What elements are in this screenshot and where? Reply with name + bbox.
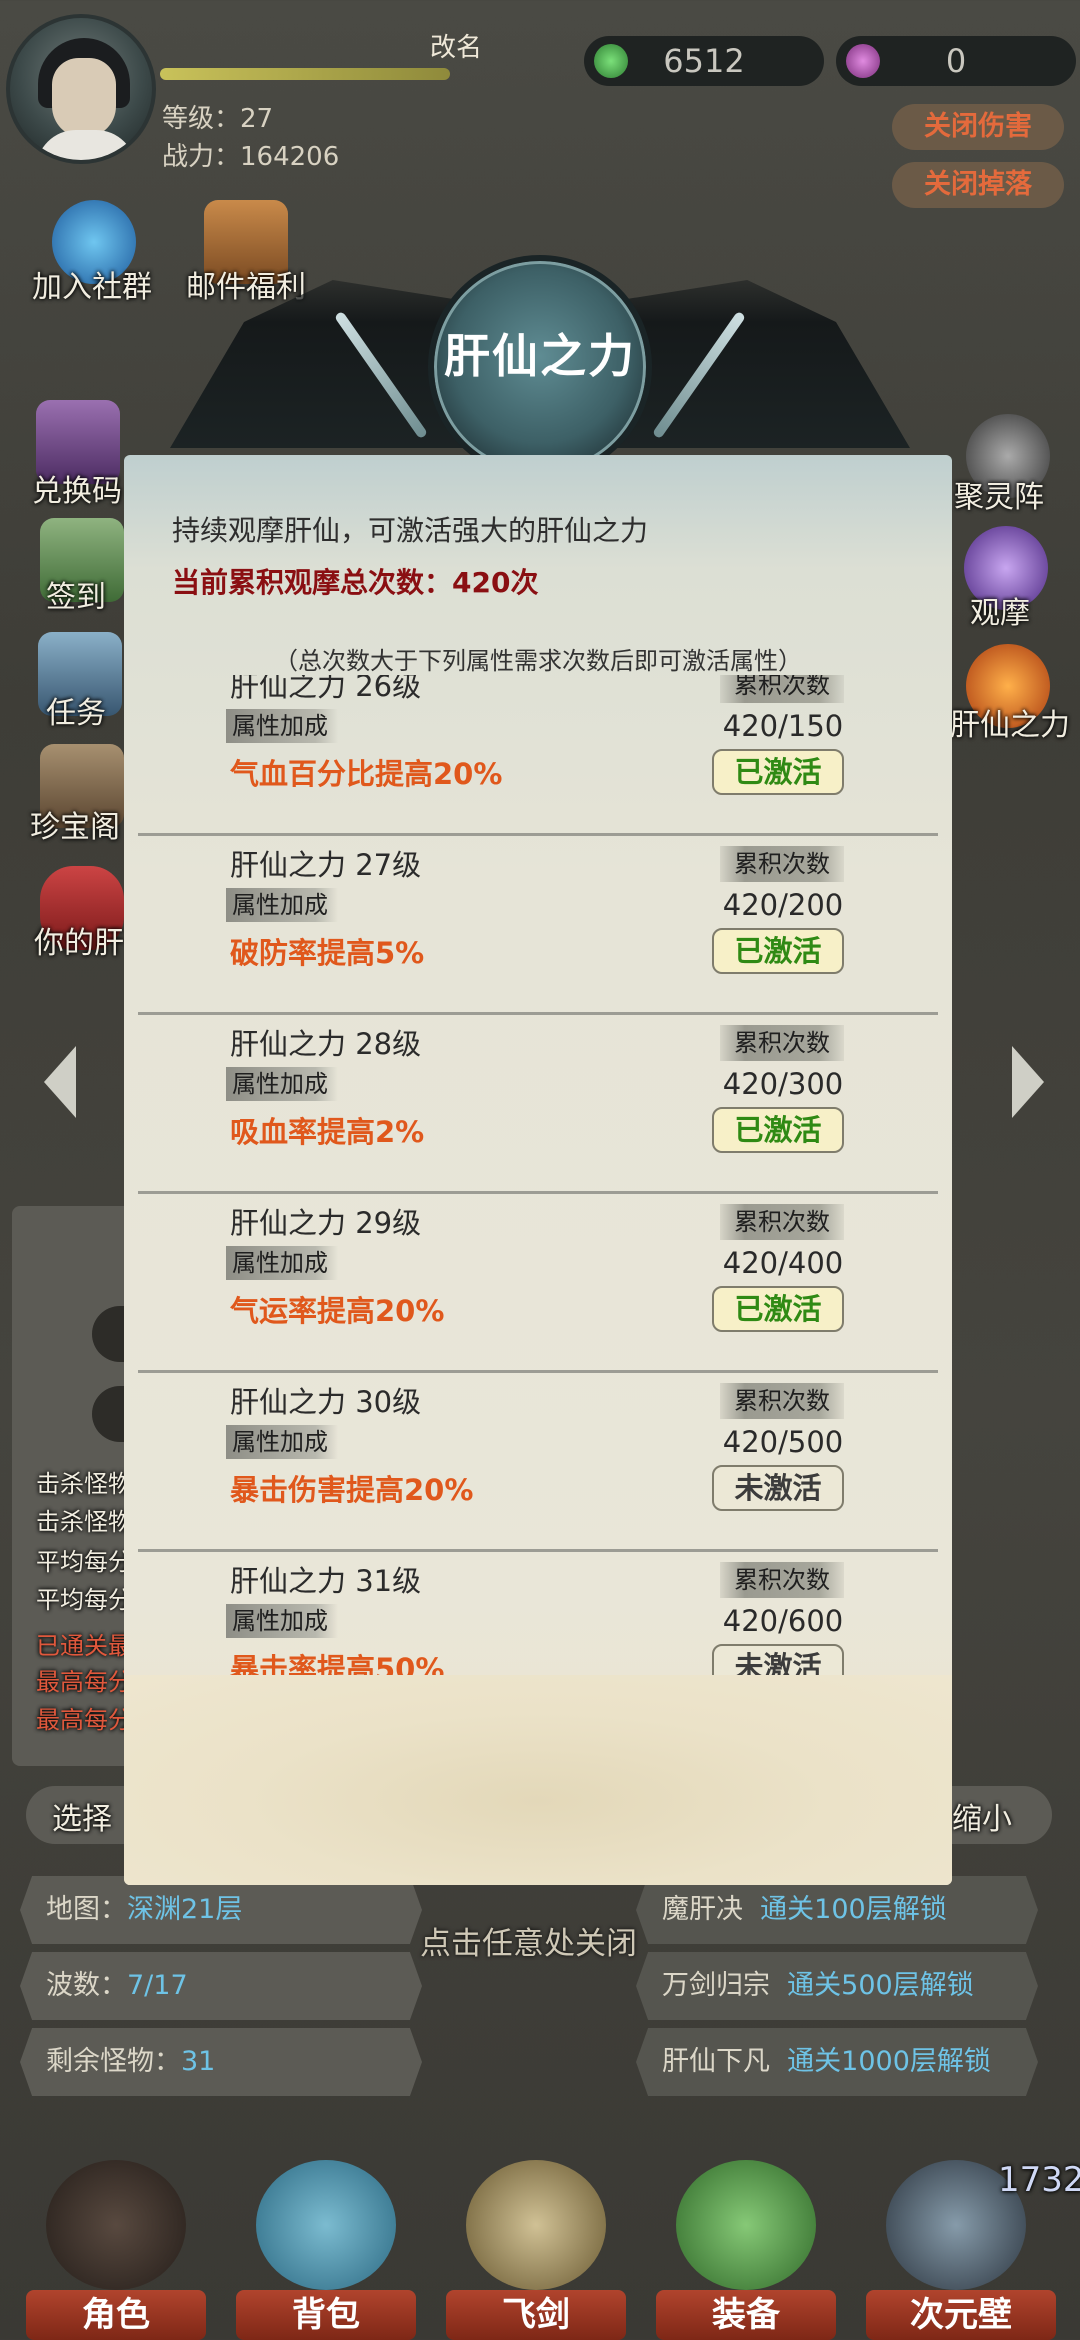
gather-label[interactable]: 聚灵阵 — [954, 472, 1044, 516]
level-name: 肝仙之力 28级 — [230, 1027, 422, 1061]
hp-bar — [160, 68, 450, 80]
list-item: 肝仙之力 29级 属性加成 气运率提高20% 累积次数 420/400 已激活 — [138, 1194, 938, 1373]
tab-wall[interactable]: 次元壁 — [866, 2290, 1056, 2340]
stats-line: 击杀怪物 — [36, 1508, 132, 1536]
list-item: 肝仙之力 27级 属性加成 破防率提高5% 累积次数 420/200 已激活 — [138, 836, 938, 1015]
stats-line: 平均每分 — [36, 1548, 132, 1576]
equip-art-icon — [676, 2160, 816, 2290]
wave-info: 波数：7/17 — [20, 1952, 422, 2020]
count-tag: 累积次数 — [720, 846, 844, 882]
state-badge[interactable]: 未激活 — [712, 1644, 844, 1675]
redeem-label[interactable]: 兑换码 — [32, 466, 122, 510]
player-power: 战力：164206 — [162, 142, 340, 172]
list-item: 肝仙之力 26级 属性加成 气血百分比提高20% 累积次数 420/150 已激… — [138, 675, 938, 836]
count-progress: 420/600 — [722, 1604, 844, 1638]
map-info: 地图：深渊21层 — [20, 1876, 422, 1944]
bonus-text: 破防率提高5% — [230, 936, 425, 970]
liver-label[interactable]: 你的肝 — [34, 918, 124, 962]
modal-title: 肝仙之力 — [444, 329, 636, 383]
gem-counter: 6512 — [584, 36, 824, 86]
rename-button[interactable]: 改名 — [425, 28, 487, 68]
level-name: 肝仙之力 27级 — [230, 848, 422, 882]
player-level: 等级：27 — [162, 104, 274, 134]
close-damage-button[interactable]: 关闭伤害 — [892, 104, 1064, 150]
stats-line: 击杀怪物 — [36, 1470, 132, 1498]
stats-line: 平均每分 — [36, 1586, 132, 1614]
state-badge[interactable]: 已激活 — [712, 749, 844, 795]
count-progress: 420/400 — [722, 1246, 844, 1280]
bonus-tag: 属性加成 — [226, 888, 338, 922]
sword-art-icon — [466, 2160, 606, 2290]
power-label[interactable]: 肝仙之力 — [950, 700, 1070, 744]
state-badge[interactable]: 已激活 — [712, 1286, 844, 1332]
count-progress: 420/150 — [722, 709, 844, 743]
gem-icon — [594, 44, 628, 78]
shrink-button[interactable]: 缩小 — [940, 1786, 1052, 1844]
unlock-item: 万剑归宗 通关500层解锁 — [636, 1952, 1038, 2020]
watch-label[interactable]: 观摩 — [970, 588, 1030, 632]
bonus-text: 气运率提高20% — [230, 1294, 445, 1328]
token-counter: 0 — [836, 36, 1076, 86]
modal-footer-art — [124, 1675, 952, 1885]
list-item: 肝仙之力 30级 属性加成 暴击伤害提高20% 累积次数 420/500 未激活 — [138, 1373, 938, 1552]
count-tag: 累积次数 — [720, 675, 844, 703]
close-drop-button[interactable]: 关闭掉落 — [892, 162, 1064, 208]
bonus-text: 暴击伤害提高20% — [230, 1473, 474, 1507]
modal-description: 持续观摩肝仙，可激活强大的肝仙之力 — [172, 514, 649, 547]
state-badge[interactable]: 已激活 — [712, 928, 844, 974]
level-name: 肝仙之力 31级 — [230, 1564, 422, 1598]
stats-line: 已通关最 — [36, 1632, 132, 1660]
prev-arrow-icon[interactable] — [44, 1046, 76, 1118]
power-level-list[interactable]: 肝仙之力 26级 属性加成 气血百分比提高20% 累积次数 420/150 已激… — [138, 675, 938, 1675]
count-tag: 累积次数 — [720, 1025, 844, 1061]
list-item: 肝仙之力 31级 属性加成 暴击率提高50% 累积次数 420/600 未激活 — [138, 1552, 938, 1675]
stats-panel: 击杀怪物 击杀怪物 平均每分 平均每分 已通关最 最高每分 最高每分 — [12, 1206, 152, 1766]
stats-line: 最高每分 — [36, 1668, 132, 1696]
join-group-label[interactable]: 加入社群 — [32, 262, 152, 306]
bonus-text: 暴击率提高50% — [230, 1652, 445, 1675]
list-item: 肝仙之力 28级 属性加成 吸血率提高2% 累积次数 420/300 已激活 — [138, 1015, 938, 1194]
side-number: 1732 — [998, 2160, 1080, 2200]
token-icon — [846, 44, 880, 78]
count-tag: 累积次数 — [720, 1383, 844, 1419]
power-modal: 持续观摩肝仙，可激活强大的肝仙之力 当前累积观摩总次数：420次 （总次数大于下… — [124, 455, 952, 1885]
player-avatar[interactable] — [6, 14, 156, 164]
tab-bag[interactable]: 背包 — [236, 2290, 416, 2340]
bonus-tag: 属性加成 — [226, 1067, 338, 1101]
unlock-item: 肝仙下凡 通关1000层解锁 — [636, 2028, 1038, 2096]
remain-info: 剩余怪物：31 — [20, 2028, 422, 2096]
modal-note: （总次数大于下列属性需求次数后即可激活属性） — [274, 647, 802, 675]
count-tag: 累积次数 — [720, 1562, 844, 1598]
bonus-tag: 属性加成 — [226, 1246, 338, 1280]
stats-line: 最高每分 — [36, 1706, 132, 1734]
tab-sword[interactable]: 飞剑 — [446, 2290, 626, 2340]
count-progress: 420/200 — [722, 888, 844, 922]
count-tag: 累积次数 — [720, 1204, 844, 1240]
total-watch-count: 当前累积观摩总次数：420次 — [172, 566, 539, 599]
bonus-tag: 属性加成 — [226, 1425, 338, 1459]
mail-bonus-label[interactable]: 邮件福利 — [186, 262, 306, 306]
bonus-tag: 属性加成 — [226, 709, 338, 743]
next-arrow-icon[interactable] — [1012, 1046, 1044, 1118]
tab-equip[interactable]: 装备 — [656, 2290, 836, 2340]
bonus-text: 气血百分比提高20% — [230, 757, 503, 791]
level-name: 肝仙之力 30级 — [230, 1385, 422, 1419]
role-art-icon — [46, 2160, 186, 2290]
bag-art-icon — [256, 2160, 396, 2290]
task-label[interactable]: 任务 — [46, 688, 106, 732]
count-progress: 420/500 — [722, 1425, 844, 1459]
level-name: 肝仙之力 29级 — [230, 1206, 422, 1240]
unlock-item: 魔肝决 通关100层解锁 — [636, 1876, 1038, 1944]
close-hint[interactable]: 点击任意处关闭 — [420, 1918, 637, 1963]
level-name: 肝仙之力 26级 — [230, 675, 422, 703]
bonus-tag: 属性加成 — [226, 1604, 338, 1638]
state-badge[interactable]: 已激活 — [712, 1107, 844, 1153]
count-progress: 420/300 — [722, 1067, 844, 1101]
bonus-text: 吸血率提高2% — [230, 1115, 425, 1149]
state-badge[interactable]: 未激活 — [712, 1465, 844, 1511]
checkin-label[interactable]: 签到 — [46, 572, 106, 616]
tab-role[interactable]: 角色 — [26, 2290, 206, 2340]
treasure-label[interactable]: 珍宝阁 — [30, 802, 120, 846]
